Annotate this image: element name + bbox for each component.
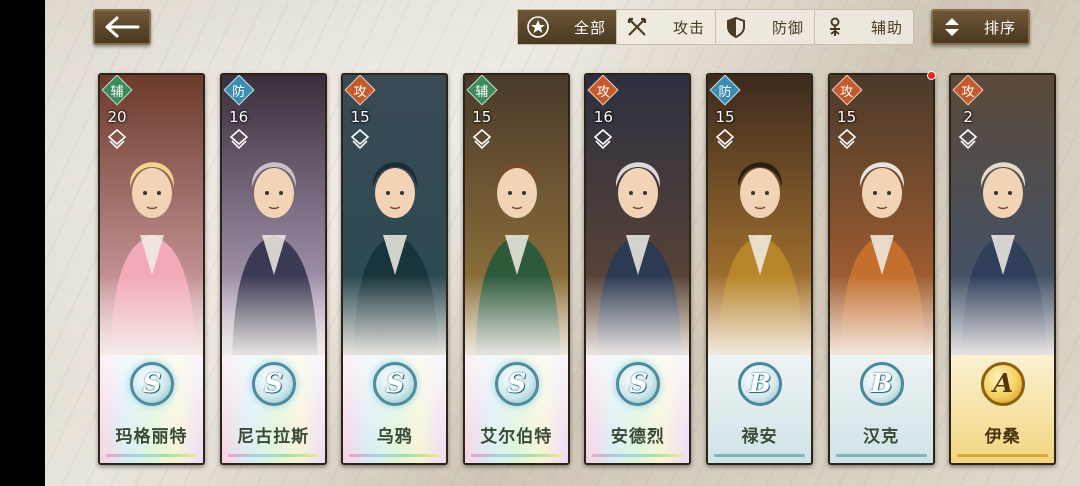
hero-level: 15: [350, 108, 370, 126]
hero-name: 安德烈: [610, 427, 665, 447]
rank-chevron-icon: [350, 128, 370, 150]
arrow-left-icon: [105, 16, 140, 38]
role-badge-label: 辅: [475, 84, 489, 100]
notification-dot: [927, 71, 936, 80]
hero-name: 乌鸦: [376, 427, 413, 447]
role-badge-label: 攻: [353, 84, 367, 100]
hero-card[interactable]: 攻 16 S 安德烈: [584, 73, 692, 465]
tab-support-label: 辅助: [870, 18, 903, 37]
card-bottom-bar: [714, 454, 805, 457]
hero-card[interactable]: 辅 20 S 玛格丽特: [98, 73, 205, 465]
hero-card[interactable]: 攻 15 S 乌鸦: [341, 73, 449, 465]
rank-chevron-icon: [958, 128, 978, 150]
hero-name: 尼古拉斯: [237, 427, 310, 447]
tab-support[interactable]: 辅助: [815, 10, 913, 44]
tab-all-label: 全部: [573, 18, 606, 37]
rank-chevron-icon: [472, 128, 492, 150]
rank-chevron-icon: [229, 128, 248, 150]
hero-level: 15: [472, 108, 492, 126]
rank-chevron-icon: [715, 128, 735, 150]
back-button[interactable]: [93, 9, 151, 45]
hero-level: 15: [715, 108, 735, 126]
crossed-swords-icon: [625, 15, 649, 39]
role-filter-tabs: 全部 攻击 防御 辅助: [517, 9, 914, 45]
grade-badge: B: [738, 362, 782, 406]
role-badge-label: 辅: [110, 84, 124, 100]
hero-card-list: 辅 20 S 玛格丽特 防 16 S 尼古拉斯 攻 15 S 乌鸦 辅 15 S…: [98, 73, 1057, 465]
hero-level: 16: [229, 108, 249, 126]
tab-attack[interactable]: 攻击: [617, 10, 716, 44]
card-bottom-bar: [227, 454, 319, 457]
hero-card[interactable]: 防 16 S 尼古拉斯: [219, 73, 327, 465]
hero-name: 艾尔伯特: [480, 427, 553, 447]
hero-level: 20: [107, 108, 127, 126]
grade-badge: A: [981, 362, 1026, 406]
rank-chevron-icon: [837, 128, 856, 150]
grade-badge: S: [494, 362, 539, 406]
hero-level: 2: [963, 108, 973, 126]
hero-name: 伊桑: [984, 427, 1021, 447]
card-bottom-bar: [592, 454, 684, 457]
sort-button[interactable]: 排序: [931, 9, 1030, 45]
card-bottom-bar: [957, 454, 1049, 457]
role-badge-label: 攻: [961, 84, 975, 100]
shield-icon: [724, 15, 748, 39]
tab-defense[interactable]: 防御: [716, 10, 815, 44]
grade-badge: S: [251, 362, 296, 406]
hero-card[interactable]: 攻 2 A 伊桑: [949, 73, 1057, 465]
hero-card[interactable]: 辅 15 S 艾尔伯特: [462, 73, 570, 465]
hero-level: 15: [837, 108, 857, 126]
card-bottom-bar: [349, 454, 441, 457]
sort-label: 排序: [983, 18, 1016, 37]
role-badge-label: 攻: [596, 84, 610, 100]
role-badge-label: 攻: [840, 84, 854, 100]
hero-name: 玛格丽特: [115, 427, 188, 447]
hero-card[interactable]: 防 15 B 禄安: [706, 73, 813, 465]
card-bottom-bar: [470, 454, 562, 457]
grade-badge: S: [130, 362, 174, 406]
hero-name: 汉克: [863, 427, 900, 447]
grade-badge: B: [859, 362, 904, 406]
tab-all[interactable]: 全部: [518, 10, 617, 44]
hero-name: 禄安: [741, 427, 778, 447]
tab-attack-label: 攻击: [672, 18, 705, 37]
rank-chevron-icon: [107, 128, 127, 150]
star-badge-icon: [526, 15, 550, 39]
card-bottom-bar: [835, 454, 927, 457]
sort-arrows-icon: [945, 18, 959, 36]
rank-chevron-icon: [594, 128, 613, 150]
tab-defense-label: 防御: [771, 18, 804, 37]
grade-badge: S: [373, 362, 418, 406]
card-bottom-bar: [106, 454, 197, 457]
hero-card[interactable]: 攻 15 B 汉克: [827, 73, 935, 465]
hero-level: 16: [593, 108, 613, 126]
support-staff-icon: [823, 15, 847, 39]
role-badge-label: 防: [718, 84, 732, 100]
role-badge-label: 防: [232, 84, 246, 100]
